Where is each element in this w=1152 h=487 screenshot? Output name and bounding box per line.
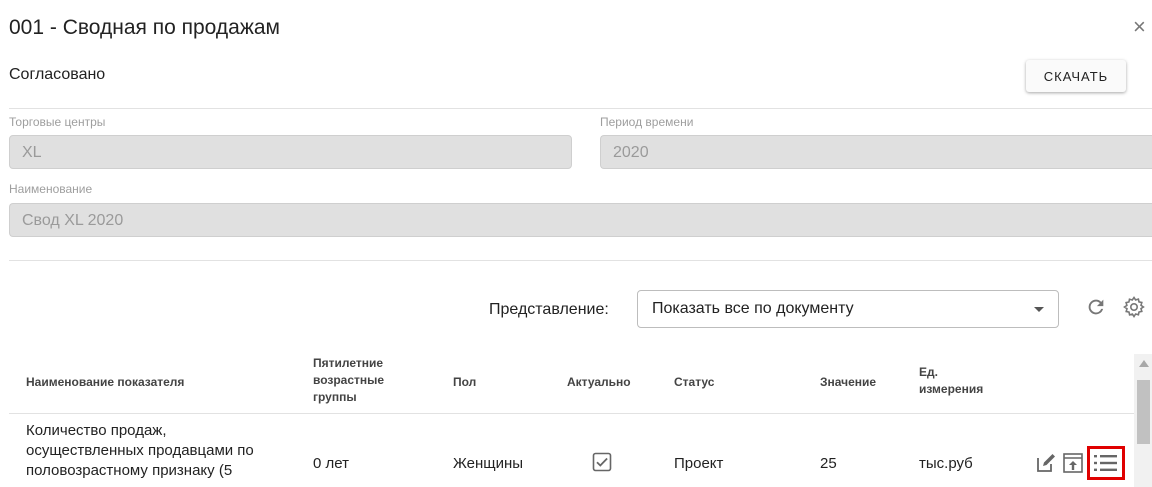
- trade-centers-field[interactable]: XL: [9, 135, 572, 169]
- divider: [9, 260, 1152, 261]
- header-divider: [9, 413, 1134, 414]
- col-actual: Актуально: [567, 375, 631, 389]
- col-age-line1: Пятилетние: [313, 356, 384, 370]
- indicator-line1: Количество продаж,: [26, 422, 167, 439]
- view-select[interactable]: Показать все по документу: [637, 290, 1059, 328]
- col-value: Значение: [820, 375, 877, 389]
- edit-icon[interactable]: [1035, 452, 1057, 474]
- refresh-icon[interactable]: [1085, 296, 1107, 318]
- view-label: Представление:: [489, 301, 609, 318]
- row-age: 0 лет: [313, 455, 349, 472]
- scrollbar-thumb[interactable]: [1137, 380, 1150, 444]
- col-age-line3: группы: [313, 390, 357, 404]
- name-label: Наименование: [9, 182, 93, 196]
- row-value: 25: [820, 455, 837, 472]
- name-field[interactable]: Свод XL 2020: [9, 203, 1152, 237]
- col-unit-line1: Ед.: [919, 365, 938, 379]
- row-status: Проект: [674, 455, 724, 472]
- indicator-line3: половозрастному признаку (5: [26, 462, 233, 479]
- time-period-label: Период времени: [600, 115, 694, 129]
- col-status: Статус: [674, 375, 715, 389]
- time-period-field[interactable]: 2020: [600, 135, 1152, 169]
- col-unit-line2: измерения: [919, 382, 984, 396]
- checkbox-checked-icon[interactable]: [592, 452, 612, 472]
- col-indicator: Наименование показателя: [26, 375, 185, 389]
- indicator-line2: осуществленных продавцами по: [26, 442, 254, 459]
- col-age-line2: возрастные: [313, 373, 385, 387]
- table-row-indicator: Количество продаж, осуществленных продав…: [26, 421, 254, 481]
- col-age-groups: Пятилетние возрастные группы: [313, 355, 384, 406]
- divider: [9, 108, 1152, 109]
- download-button[interactable]: СКАЧАТЬ: [1026, 60, 1126, 92]
- page-title: 001 - Сводная по продажам: [9, 16, 280, 39]
- col-gender: Пол: [453, 375, 477, 389]
- chevron-down-icon: [1034, 307, 1044, 312]
- gear-icon[interactable]: [1122, 295, 1146, 319]
- row-gender: Женщины: [453, 455, 524, 472]
- close-icon[interactable]: ×: [1133, 15, 1146, 39]
- status-text: Согласовано: [9, 66, 106, 83]
- upload-icon[interactable]: [1062, 452, 1084, 474]
- row-unit: тыс.руб: [919, 455, 973, 472]
- scroll-up-icon[interactable]: [1139, 360, 1149, 367]
- col-unit: Ед. измерения: [919, 364, 983, 398]
- trade-centers-label: Торговые центры: [9, 115, 106, 129]
- view-select-value: Показать все по документу: [652, 300, 854, 317]
- list-icon-highlight: [1087, 446, 1125, 480]
